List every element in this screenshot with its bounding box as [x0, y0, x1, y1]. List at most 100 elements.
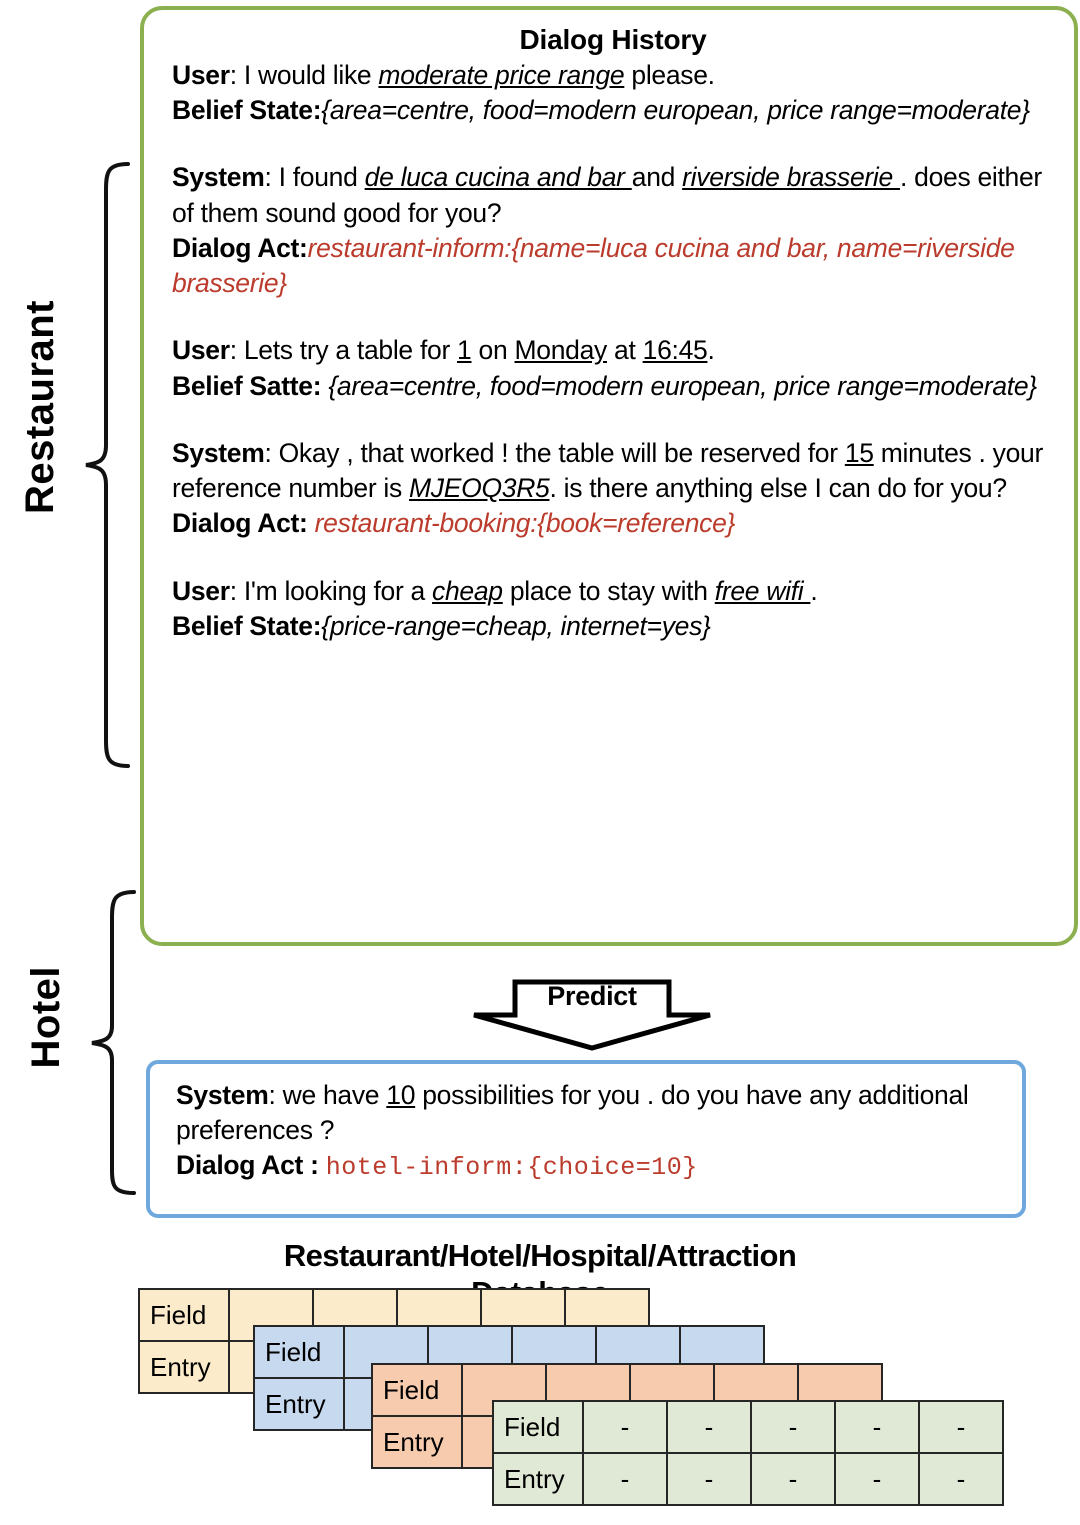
- row-header-cell: Entry: [492, 1452, 584, 1506]
- data-cell: -: [834, 1452, 920, 1506]
- dialog-annotation-value: restaurant-booking:{book=reference}: [314, 508, 736, 539]
- restaurant-label: Restaurant: [18, 300, 62, 514]
- dialog-utterance-part-1: de luca cucina and bar: [364, 162, 632, 193]
- table-row: Entry - - - - -: [492, 1452, 1004, 1506]
- dialog-utterance-part-2: and: [631, 162, 683, 193]
- dialog-utterance-part-1: 15: [844, 437, 874, 468]
- data-cell: -: [750, 1400, 836, 1454]
- dialog-utterance: User: Lets try a table for 1 on Monday a…: [172, 333, 1054, 368]
- dialog-annotation: Dialog Act:restaurant-inform:{name=luca …: [172, 231, 1054, 301]
- dialog-annotation-value: {area=centre, food=modern european, pric…: [321, 95, 1030, 126]
- dialog-annotation-value: {price-range=cheap, internet=yes}: [321, 610, 711, 641]
- dialog-annotation-label: Belief State:: [172, 610, 322, 641]
- row-header-cell: Field: [492, 1400, 584, 1454]
- row-header-cell: Field: [138, 1288, 230, 1342]
- dialog-utterance: System: I found de luca cucina and bar a…: [172, 160, 1054, 230]
- row-header-cell: Field: [253, 1325, 345, 1379]
- dialog-annotation-label: Belief State:: [172, 95, 322, 126]
- prediction-utterance-part-1: 10: [386, 1080, 416, 1110]
- prediction-turn: System: we have 10 possibilities for you…: [176, 1078, 1004, 1185]
- prediction-annotation-value: hotel-inform:{choice=10}: [325, 1153, 698, 1183]
- dialog-utterance-part-6: .: [707, 335, 715, 366]
- dialog-annotation-label: Belief Satte:: [172, 370, 329, 401]
- prediction-annotation: Dialog Act : hotel-inform:{choice=10}: [176, 1148, 1004, 1184]
- dialog-utterance-part-0: : Okay , that worked ! the table will be…: [264, 437, 845, 468]
- prediction-utterance: System: we have 10 possibilities for you…: [176, 1078, 1004, 1148]
- data-cell: -: [582, 1452, 668, 1506]
- dialog-utterance-part-2: please.: [624, 60, 715, 90]
- dialog-history-box: Dialog History User: I would like modera…: [140, 6, 1078, 946]
- hotel-label: Hotel: [24, 966, 68, 1069]
- dialog-utterance-part-4: . is there anything else I can do for yo…: [549, 473, 1007, 504]
- turn-spacer: [172, 128, 1054, 158]
- dialog-annotation: Dialog Act: restaurant-booking:{book=ref…: [172, 506, 1054, 541]
- dialog-utterance-part-3: riverside brasserie: [682, 162, 900, 193]
- data-cell: -: [834, 1400, 920, 1454]
- dialog-utterance-part-3: free wifi: [714, 575, 811, 606]
- hotel-brace-group: Hotel: [10, 888, 140, 1198]
- prediction-annotation-label: Dialog Act :: [176, 1150, 326, 1181]
- dialog-history-turns: User: I would like moderate price range …: [172, 58, 1054, 644]
- dialog-utterance-part-3: MJEOQ3R5: [409, 473, 550, 504]
- turn-spacer: [172, 542, 1054, 572]
- dialog-utterance-part-3: Monday: [514, 335, 608, 366]
- row-header-cell: Entry: [138, 1340, 230, 1394]
- dialog-utterance-part-0: : I found: [264, 162, 365, 193]
- prediction-speaker: System: [176, 1080, 269, 1110]
- dialog-history-title: Dialog History: [519, 24, 707, 55]
- dialog-speaker: System: [172, 162, 265, 193]
- dialog-speaker: User: [172, 335, 230, 366]
- prediction-utterance-part-0: : we have: [268, 1080, 387, 1110]
- dialog-utterance-part-1: moderate price range: [378, 60, 625, 90]
- dialog-annotation-value: {area=centre, food=modern european, pric…: [328, 370, 1037, 401]
- data-cell: -: [666, 1400, 752, 1454]
- dialog-annotation-label: Dialog Act:: [172, 232, 308, 263]
- dialog-turn: System: I found de luca cucina and bar a…: [172, 160, 1054, 301]
- dialog-speaker: User: [172, 575, 230, 606]
- prediction-box: System: we have 10 possibilities for you…: [146, 1060, 1026, 1218]
- dialog-utterance-part-5: 16:45: [642, 335, 708, 366]
- dialog-utterance-part-0: : I would like: [229, 60, 379, 90]
- dialog-annotation: Belief State:{price-range=cheap, interne…: [172, 609, 1054, 644]
- data-cell: -: [582, 1400, 668, 1454]
- restaurant-brace-group: Restaurant: [0, 160, 140, 770]
- attraction-db-table: Field - - - - - Entry - - - - -: [492, 1400, 1004, 1506]
- data-cell: -: [918, 1452, 1004, 1506]
- dialog-utterance: User: I'm looking for a cheap place to s…: [172, 574, 1054, 609]
- dialog-annotation: Belief Satte: {area=centre, food=modern …: [172, 369, 1054, 404]
- dialog-utterance-part-0: : I'm looking for a: [229, 575, 433, 606]
- dialog-utterance-part-1: 1: [457, 335, 472, 366]
- prediction-turn: System: we have 10 possibilities for you…: [176, 1078, 1004, 1185]
- dialog-utterance-part-2: place to stay with: [502, 575, 715, 606]
- dialog-annotation-label: Dialog Act:: [172, 508, 315, 539]
- row-header-cell: Entry: [253, 1377, 345, 1431]
- dialog-speaker: System: [172, 437, 265, 468]
- dialog-turn: User: I would like moderate price range …: [172, 58, 1054, 128]
- data-cell: -: [918, 1400, 1004, 1454]
- turn-spacer: [172, 301, 1054, 331]
- figure-root: Restaurant Hotel Dialog History User: I …: [0, 0, 1080, 1525]
- data-cell: -: [666, 1452, 752, 1506]
- dialog-utterance-part-2: on: [471, 335, 515, 366]
- row-header-cell: Field: [371, 1363, 463, 1417]
- data-cell: -: [750, 1452, 836, 1506]
- dialog-turn: User: I'm looking for a cheap place to s…: [172, 574, 1054, 644]
- predict-arrow: Predict: [467, 975, 717, 1053]
- dialog-utterance: User: I would like moderate price range …: [172, 58, 1054, 93]
- turn-spacer: [172, 404, 1054, 434]
- dialog-utterance: System: Okay , that worked ! the table w…: [172, 436, 1054, 506]
- table-row: Field - - - - -: [492, 1400, 1004, 1454]
- predict-label: Predict: [547, 981, 637, 1011]
- dialog-utterance-part-4: at: [606, 335, 643, 366]
- hotel-brace-icon: [91, 890, 136, 1195]
- dialog-turn: System: Okay , that worked ! the table w…: [172, 436, 1054, 542]
- row-header-cell: Entry: [371, 1415, 463, 1469]
- database-title: Restaurant/Hotel/Hospital/Attraction: [283, 1238, 797, 1273]
- restaurant-brace-icon: [85, 162, 130, 768]
- dialog-utterance-part-0: : Lets try a table for: [229, 335, 458, 366]
- dialog-utterance-part-1: cheap: [432, 575, 503, 606]
- dialog-turn: User: Lets try a table for 1 on Monday a…: [172, 333, 1054, 403]
- dialog-utterance-part-4: .: [810, 575, 818, 606]
- dialog-annotation: Belief State:{area=centre, food=modern e…: [172, 93, 1054, 128]
- dialog-speaker: User: [172, 60, 230, 90]
